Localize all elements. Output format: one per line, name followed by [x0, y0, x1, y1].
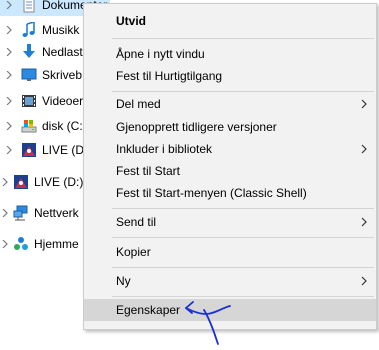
homegroup-icon [13, 236, 29, 252]
tree-item-label: Nedlast [42, 45, 83, 59]
tree-item-label: Nettverk [34, 206, 79, 220]
tree-item-label: Skriveb [42, 68, 83, 82]
chevron-right-icon[interactable] [4, 0, 14, 10]
menu-item-label: Send til [116, 215, 157, 229]
menu-separator [112, 38, 374, 39]
menu-item-label: Utvid [116, 14, 146, 28]
menu-separator [112, 208, 374, 209]
chevron-right-icon[interactable] [0, 239, 10, 249]
submenu-arrow-icon [360, 217, 368, 227]
tree-item-label: Videoer [42, 94, 84, 108]
menu-item-properties[interactable]: Egenskaper [84, 299, 376, 321]
documents-icon [21, 0, 37, 13]
chevron-right-icon[interactable] [4, 145, 14, 155]
menu-item-label: Egenskaper [116, 303, 181, 317]
menu-item-send-to[interactable]: Send til [84, 211, 376, 233]
tree-item-label: Musikk [42, 23, 80, 37]
tree-item-label: Hjemme [34, 237, 79, 251]
desktop-icon [21, 67, 37, 83]
chevron-right-icon[interactable] [4, 70, 14, 80]
menu-item-label: Fest til Start-menyen (Classic Shell) [116, 186, 307, 200]
videos-icon [21, 93, 37, 109]
chevron-right-icon[interactable] [4, 96, 14, 106]
music-icon [21, 20, 37, 38]
menu-item-open-new-window[interactable]: Åpne i nytt vindu [84, 43, 376, 65]
submenu-arrow-icon [360, 144, 368, 154]
menu-item-label: Ny [116, 274, 131, 288]
menu-separator [112, 296, 374, 297]
menu-separator [112, 91, 374, 92]
drive-icon [21, 118, 37, 134]
menu-item-label: Inkluder i bibliotek [116, 142, 213, 156]
menu-item-pin-to-start[interactable]: Fest til Start [84, 160, 376, 182]
menu-item-label: Åpne i nytt vindu [116, 47, 205, 61]
menu-item-label: Del med [116, 97, 161, 111]
menu-item-restore-previous-versions[interactable]: Gjenopprett tidligere versjoner [84, 116, 376, 138]
submenu-arrow-icon [360, 99, 368, 109]
menu-separator [112, 267, 374, 268]
menu-item-label: Kopier [116, 245, 151, 259]
menu-separator [112, 237, 374, 238]
menu-item-include-in-library[interactable]: Inkluder i bibliotek [84, 138, 376, 160]
tree-item-label: disk (C: [42, 119, 83, 133]
chevron-right-icon[interactable] [4, 121, 14, 131]
menu-item-copy[interactable]: Kopier [84, 241, 376, 263]
menu-item-pin-to-classic-start[interactable]: Fest til Start-menyen (Classic Shell) [84, 182, 376, 204]
menu-item-label: Fest til Start [116, 164, 181, 178]
menu-item-label: Fest til Hurtigtilgang [116, 69, 223, 83]
menu-item-pin-quick-access[interactable]: Fest til Hurtigtilgang [84, 65, 376, 87]
menu-item-share-with[interactable]: Del med [84, 93, 376, 115]
chevron-right-icon[interactable] [4, 25, 14, 35]
chevron-right-icon[interactable] [0, 177, 10, 187]
context-menu: Utvid Åpne i nytt vindu Fest til Hurtigt… [83, 3, 377, 330]
menu-item-expand[interactable]: Utvid [84, 10, 376, 32]
tree-item-label: LIVE (D:) [34, 175, 84, 189]
dvd-drive-icon [21, 142, 37, 158]
tree-item-label: LIVE (D: [42, 143, 88, 157]
network-icon [13, 205, 29, 221]
menu-item-label: Gjenopprett tidligere versjoner [116, 120, 277, 134]
chevron-right-icon[interactable] [4, 47, 14, 57]
submenu-arrow-icon [360, 276, 368, 286]
downloads-icon [21, 44, 37, 60]
dvd-drive-icon [13, 174, 29, 190]
menu-item-new[interactable]: Ny [84, 270, 376, 292]
chevron-right-icon[interactable] [0, 208, 10, 218]
